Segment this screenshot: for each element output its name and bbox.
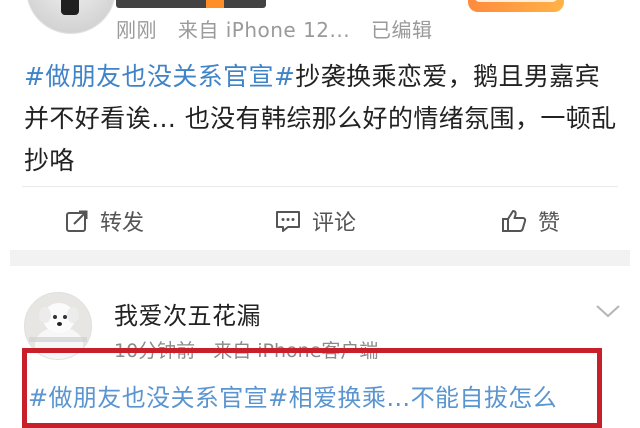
edited-label: 已编辑 [370,18,433,42]
highlight-box [22,348,602,428]
post-meta: 刚刚 来自 iPhone 12... 已编辑 [116,14,446,43]
hashtag-link[interactable]: #做朋友也没关系官宣# [24,62,295,91]
badge [468,0,564,12]
post-source: 来自 iPhone 12... [177,18,351,42]
avatar[interactable] [26,0,116,34]
post-time: 刚刚 [116,18,157,42]
like-button[interactable]: 赞 [500,200,560,242]
post-body: #做朋友也没关系官宣#抄袭换乘恋爱，鹅且男嘉宾并不好看诶… 也没有韩综那么好的情… [24,56,624,182]
repost-icon [66,210,88,232]
username-cut-off[interactable] [116,0,266,8]
repost-label: 转发 [100,211,145,236]
divider [22,186,618,187]
chevron-down-icon[interactable] [594,302,622,320]
comment-icon [276,211,300,232]
comment-button[interactable]: 评论 [274,200,356,242]
repost-button[interactable]: 转发 [64,200,144,242]
username[interactable]: 我爱次五花漏 [114,296,261,331]
thumbs-up-icon [502,210,527,232]
like-label: 赞 [538,211,561,236]
post-separator [10,250,630,266]
comment-label: 评论 [312,211,357,236]
